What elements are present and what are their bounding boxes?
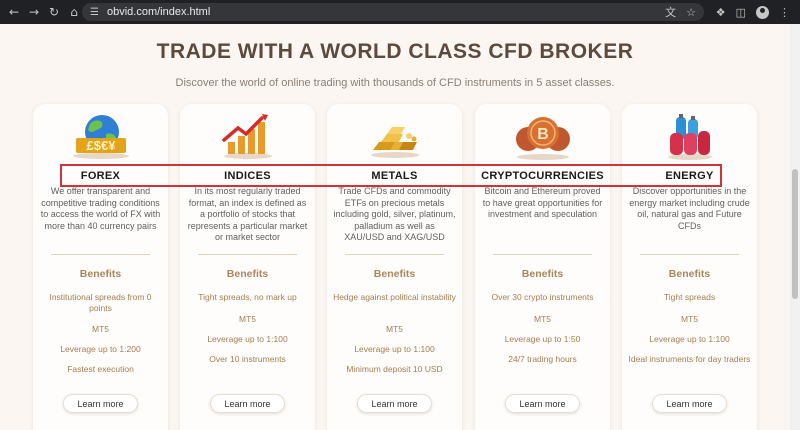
benefit-item: Leverage up to 1:100 [649, 334, 730, 344]
back-arrow-icon[interactable]: ← [4, 0, 24, 24]
benefit-item: Leverage up to 1:100 [207, 334, 288, 344]
indices-growth-chart-icon [180, 110, 315, 162]
learn-more-button[interactable]: Learn more [357, 394, 432, 413]
address-bar[interactable]: ☰ obvid.com/index.html 文 ☆ [82, 3, 704, 21]
page-title: TRADE WITH A WORLD CLASS CFD BROKER [156, 40, 634, 63]
scrollbar-thumb[interactable] [792, 169, 798, 299]
page-subtitle: Discover the world of online trading wit… [175, 77, 615, 89]
benefit-item: Leverage up to 1:200 [60, 344, 141, 354]
url-text[interactable]: obvid.com/index.html [107, 6, 210, 18]
benefits-heading: Benefits [668, 268, 711, 280]
asset-card-cryptocurrencies: B CRYPTOCURRENCIES Bitcoin and Ethereum … [475, 104, 610, 430]
card-description: Discover opportunities in the energy mar… [629, 186, 750, 231]
svg-text:B: B [537, 126, 549, 143]
benefit-item: Tight spreads, no mark up [198, 292, 297, 302]
benefit-item: MT5 [386, 324, 403, 334]
learn-more-button[interactable]: Learn more [505, 394, 580, 413]
benefit-item: Tight spreads [663, 292, 716, 302]
energy-gas-cylinders-icon [622, 110, 757, 162]
benefit-item: Over 10 instruments [209, 354, 286, 364]
card-divider [345, 254, 444, 255]
svg-text:£$€¥: £$€¥ [86, 138, 116, 153]
benefit-item: 24/7 trading hours [508, 354, 577, 364]
site-settings-icon[interactable]: ☰ [90, 7, 99, 18]
benefit-item: Leverage up to 1:100 [354, 344, 435, 354]
benefit-item: Fastest execution [67, 364, 134, 374]
translate-icon[interactable]: 文 [665, 4, 676, 20]
page-scrollbar[interactable] [790, 24, 800, 430]
metals-gold-bars-icon [327, 110, 462, 162]
home-icon[interactable]: ⌂ [64, 0, 84, 24]
card-divider [493, 254, 592, 255]
asset-class-titles-highlight [60, 164, 722, 187]
asset-card-metals: METALS Trade CFDs and commodity ETFs on … [327, 104, 462, 430]
card-description: In its most regularly traded format, an … [187, 186, 308, 242]
benefit-item: Institutional spreads from 0 points [49, 292, 152, 313]
crypto-coins-icon: B [475, 110, 610, 162]
benefit-item: MT5 [239, 314, 256, 324]
card-divider [640, 254, 739, 255]
asset-card-energy: ENERGY Discover opportunities in the ene… [622, 104, 757, 430]
reload-icon[interactable]: ↻ [44, 0, 64, 24]
sidebar-icon[interactable]: ◫ [736, 6, 746, 19]
card-description: Bitcoin and Ethereum proved to have grea… [482, 186, 603, 219]
benefit-item: MT5 [681, 314, 698, 324]
benefit-item: MT5 [92, 324, 109, 334]
card-divider [198, 254, 297, 255]
benefits-heading: Benefits [226, 268, 269, 280]
benefits-heading: Benefits [79, 268, 122, 280]
asset-card-indices: INDICES In its most regularly traded for… [180, 104, 315, 430]
forward-arrow-icon[interactable]: → [24, 0, 44, 24]
bookmark-star-icon[interactable]: ☆ [686, 6, 696, 19]
benefit-item: Leverage up to 1:50 [504, 334, 581, 344]
card-description: Trade CFDs and commodity ETFs on preciou… [333, 186, 456, 242]
benefit-item: Minimum deposit 10 USD [346, 364, 443, 374]
benefits-heading: Benefits [373, 268, 416, 280]
benefits-heading: Benefits [521, 268, 564, 280]
learn-more-button[interactable]: Learn more [210, 394, 285, 413]
benefit-item: MT5 [534, 314, 551, 324]
learn-more-button[interactable]: Learn more [652, 394, 727, 413]
card-description: We offer transparent and competitive tra… [40, 186, 161, 231]
menu-icon[interactable]: ⋮ [779, 6, 790, 19]
extensions-icon[interactable]: ❖ [716, 6, 726, 19]
profile-icon[interactable] [756, 5, 769, 19]
browser-toolbar: ← → ↻ ⌂ ☰ obvid.com/index.html 文 ☆ ❖ ◫ ⋮ [0, 0, 800, 24]
card-divider [51, 254, 150, 255]
learn-more-button[interactable]: Learn more [63, 394, 138, 413]
forex-globe-icon: £$€¥ [33, 110, 168, 162]
benefit-item: Ideal instruments for day traders [628, 354, 751, 364]
asset-card-forex: £$€¥ FOREX We offer transparent and comp… [33, 104, 168, 430]
benefit-item: Hedge against political instability [333, 292, 456, 302]
benefit-item: Over 30 crypto instruments [491, 292, 594, 302]
